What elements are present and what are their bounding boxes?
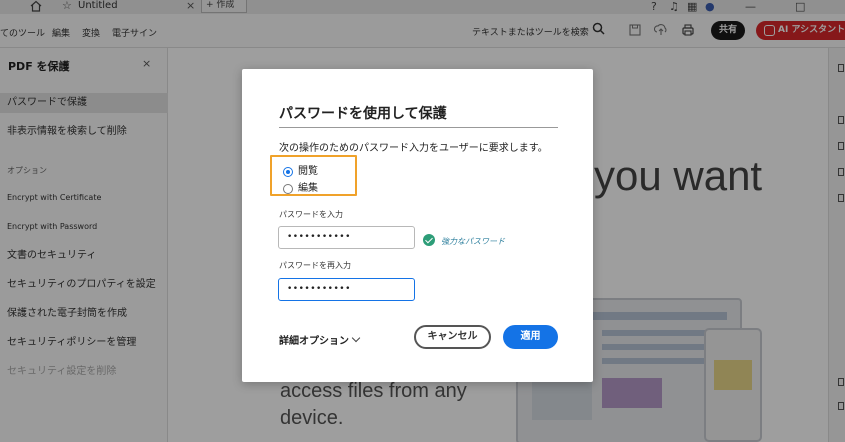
more-options-toggle[interactable]: 詳細オプション <box>279 332 361 347</box>
radio-view-button[interactable] <box>283 167 293 177</box>
dialog-description: 次の操作のためのパスワード入力をユーザーに要求します。 <box>279 143 548 154</box>
check-circle-icon <box>423 234 435 246</box>
confirm-password-field[interactable]: ••••••••••• <box>278 278 415 301</box>
cancel-button[interactable]: キャンセル <box>414 325 491 349</box>
radio-edit-button[interactable] <box>283 184 293 194</box>
chevron-down-icon <box>351 333 361 343</box>
confirm-password-label: パスワードを再入力 <box>279 261 351 270</box>
password-strength-label: 強力なパスワード <box>441 237 505 246</box>
permission-radio-group: 閲覧 編集 <box>270 155 357 196</box>
radio-edit-label[interactable]: 編集 <box>298 182 318 196</box>
password-protect-dialog: パスワードを使用して保護 次の操作のためのパスワード入力をユーザーに要求します。… <box>242 69 593 382</box>
dialog-title: パスワードを使用して保護 <box>279 106 447 122</box>
more-options-label: 詳細オプション <box>279 336 349 347</box>
password-label: パスワードを入力 <box>279 210 343 219</box>
password-field[interactable]: ••••••••••• <box>278 226 415 249</box>
radio-view-label[interactable]: 閲覧 <box>298 165 318 179</box>
dialog-divider <box>279 127 558 128</box>
apply-button[interactable]: 適用 <box>503 325 558 349</box>
